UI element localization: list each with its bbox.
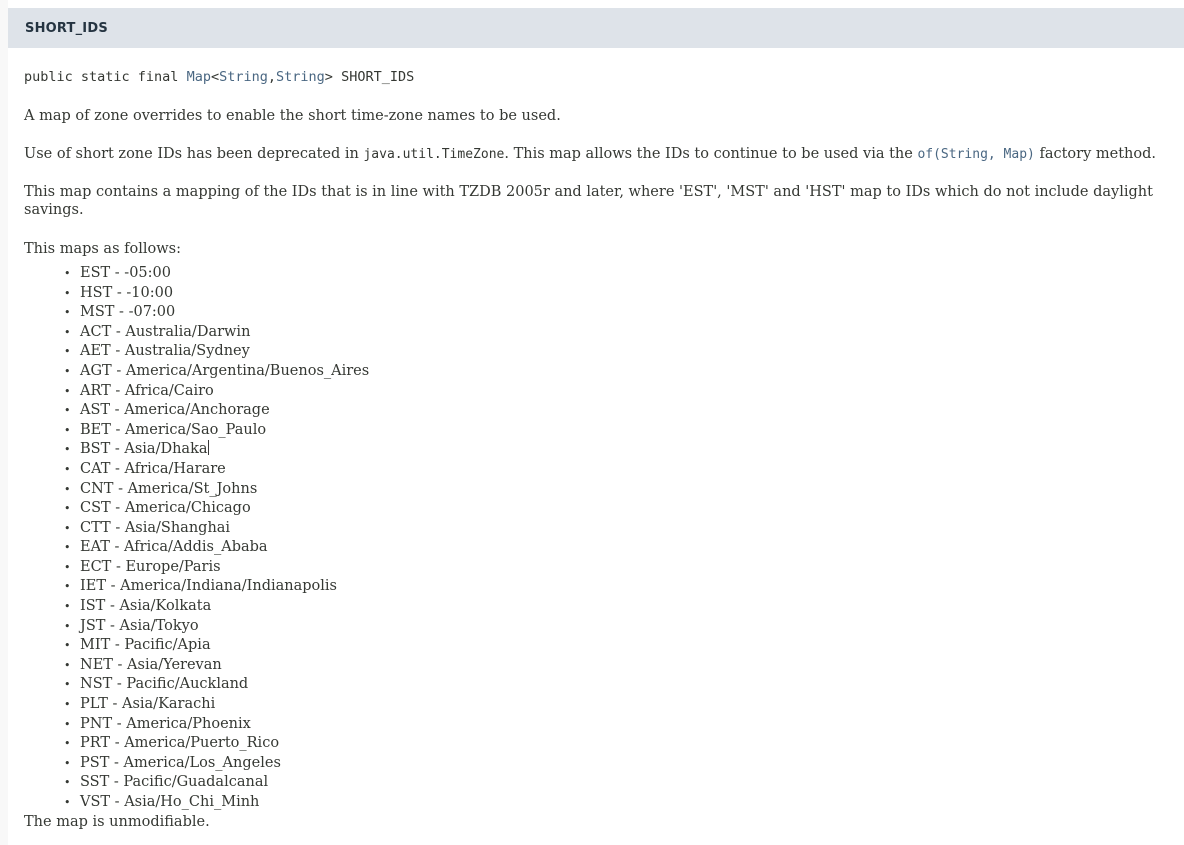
member-name-title: SHORT_IDS xyxy=(25,21,108,36)
zone-list-item: HST - -10:00 xyxy=(64,283,1168,304)
zone-list-item: ECT - Europe/Paris xyxy=(64,557,1168,578)
zone-list-item: ART - Africa/Cairo xyxy=(64,381,1168,402)
zone-list-item-label: VST - Asia/Ho_Chi_Minh xyxy=(80,794,260,811)
zone-list-item: AGT - America/Argentina/Buenos_Aires xyxy=(64,361,1168,382)
zone-list-item-label: AET - Australia/Sydney xyxy=(80,343,250,360)
description-paragraph-4: This maps as follows: xyxy=(24,240,181,257)
zone-list-item: CNT - America/St_Johns xyxy=(64,479,1168,500)
zone-list-item: CST - America/Chicago xyxy=(64,498,1168,519)
zone-list-item-label: JST - Asia/Tokyo xyxy=(80,617,199,634)
zone-list-item: NST - Pacific/Auckland xyxy=(64,674,1168,695)
zone-id-list: EST - -05:00 HST - -10:00 MST - -07:00 ACT … xyxy=(24,263,1168,813)
zone-list-item: JST - Asia/Tokyo xyxy=(64,616,1168,637)
member-header-bar: SHORT_IDS xyxy=(8,8,1184,48)
member-detail-container: SHORT_IDS public static final Map<String… xyxy=(8,0,1184,845)
of-string-map-link[interactable]: of(String, Map) xyxy=(917,147,1034,162)
zone-list-item-label: MIT - Pacific/Apia xyxy=(80,637,211,654)
zone-list-item-label: AGT - America/Argentina/Buenos_Aires xyxy=(80,362,370,379)
text-caret xyxy=(207,440,209,456)
zone-list-item: PNT - America/Phoenix xyxy=(64,714,1168,735)
description-paragraph-3: This map contains a mapping of the IDs t… xyxy=(24,184,1153,219)
zone-list-item: BET - America/Sao_Paulo xyxy=(64,420,1168,441)
signature-angle-close: > xyxy=(324,69,342,85)
zone-list-item-label: BST - Asia/Dhaka xyxy=(80,441,208,458)
zone-list-item-label: PNT - America/Phoenix xyxy=(80,715,251,732)
zone-list-item-label: NET - Asia/Yerevan xyxy=(80,656,222,673)
zone-list-item-label: EST - -05:00 xyxy=(80,264,171,281)
zone-list-item: IST - Asia/Kolkata xyxy=(64,596,1168,617)
signature-type-string-link-1[interactable]: String xyxy=(219,69,268,85)
zone-list-item-label: HST - -10:00 xyxy=(80,284,174,301)
description-paragraph-1: A map of zone overrides to enable the sh… xyxy=(24,107,561,124)
zone-list-item-label: ART - Africa/Cairo xyxy=(80,382,214,399)
paragraph-2-text-a: Use of short zone IDs has been deprecate… xyxy=(24,145,364,162)
zone-list-item: MST - -07:00 xyxy=(64,302,1168,323)
zone-list-item: IET - America/Indiana/Indianapolis xyxy=(64,577,1168,598)
zone-list-item-label: IST - Asia/Kolkata xyxy=(80,598,212,615)
zone-list-item: PLT - Asia/Karachi xyxy=(64,694,1168,715)
zone-list-item-label: CNT - America/St_Johns xyxy=(80,480,258,497)
signature-type-map-link[interactable]: Map xyxy=(187,69,211,85)
zone-list-item: MIT - Pacific/Apia xyxy=(64,635,1168,656)
zone-list-item: NET - Asia/Yerevan xyxy=(64,655,1168,676)
signature-type-string-link-2[interactable]: String xyxy=(276,69,325,85)
signature-angle-open: < xyxy=(210,69,220,85)
signature-modifiers: public static final xyxy=(24,69,187,85)
zone-list-item: EAT - Africa/Addis_Ababa xyxy=(64,537,1168,558)
zone-list-item-label: AST - America/Anchorage xyxy=(80,402,270,419)
zone-list-item: CTT - Asia/Shanghai xyxy=(64,518,1168,539)
zone-list-item: EST - -05:00 xyxy=(64,263,1168,284)
zone-list-item-label: PLT - Asia/Karachi xyxy=(80,696,216,713)
page-root: SHORT_IDS public static final Map<String… xyxy=(0,0,1184,845)
zone-list-item: AST - America/Anchorage xyxy=(64,400,1168,421)
signature-comma: , xyxy=(267,69,277,85)
zone-list-item-label: PST - America/Los_Angeles xyxy=(80,754,281,771)
zone-list-item: PST - America/Los_Angeles xyxy=(64,753,1168,774)
zone-list-item-label: PRT - America/Puerto_Rico xyxy=(80,735,280,752)
zone-list-item-label: CTT - Asia/Shanghai xyxy=(80,519,231,536)
unmodifiable-note: The map is unmodifiable. xyxy=(24,813,210,830)
zone-list-item-label: CAT - Africa/Harare xyxy=(80,460,226,477)
signature-field-name: SHORT_IDS xyxy=(341,69,415,85)
zone-list-item-label: IET - America/Indiana/Indianapolis xyxy=(80,578,337,595)
bottom-spacer xyxy=(24,831,1168,845)
zone-list-item-label: NST - Pacific/Auckland xyxy=(80,676,249,693)
description-paragraph-2: Use of short zone IDs has been deprecate… xyxy=(24,125,1168,163)
zone-list-item: VST - Asia/Ho_Chi_Minh xyxy=(64,792,1168,813)
member-body: public static final Map<String,String> S… xyxy=(8,48,1184,845)
paragraph-2-text-b: . This map allows the IDs to continue to… xyxy=(504,145,918,162)
zone-list-item-label: CST - America/Chicago xyxy=(80,500,251,517)
zone-list-item-label: BET - America/Sao_Paulo xyxy=(80,421,267,438)
zone-list-item: CAT - Africa/Harare xyxy=(64,459,1168,480)
zone-list-item-label: EAT - Africa/Addis_Ababa xyxy=(80,539,268,556)
zone-list-item: AET - Australia/Sydney xyxy=(64,341,1168,362)
zone-list-item-label: ACT - Australia/Darwin xyxy=(80,323,251,340)
zone-list-item: PRT - America/Puerto_Rico xyxy=(64,733,1168,754)
zone-list-item: SST - Pacific/Guadalcanal xyxy=(64,772,1168,793)
zone-list-item-label: ECT - Europe/Paris xyxy=(80,558,221,575)
zone-list-item-label: SST - Pacific/Guadalcanal xyxy=(80,774,269,791)
zone-list-item-label: MST - -07:00 xyxy=(80,304,176,321)
member-signature: public static final Map<String,String> S… xyxy=(24,48,1168,87)
zone-list-item: ACT - Australia/Darwin xyxy=(64,322,1168,343)
timezone-class-code: java.util.TimeZone xyxy=(363,146,505,162)
paragraph-2-text-c: factory method. xyxy=(1034,145,1157,162)
zone-list-item: BST - Asia/Dhaka xyxy=(64,439,1168,460)
